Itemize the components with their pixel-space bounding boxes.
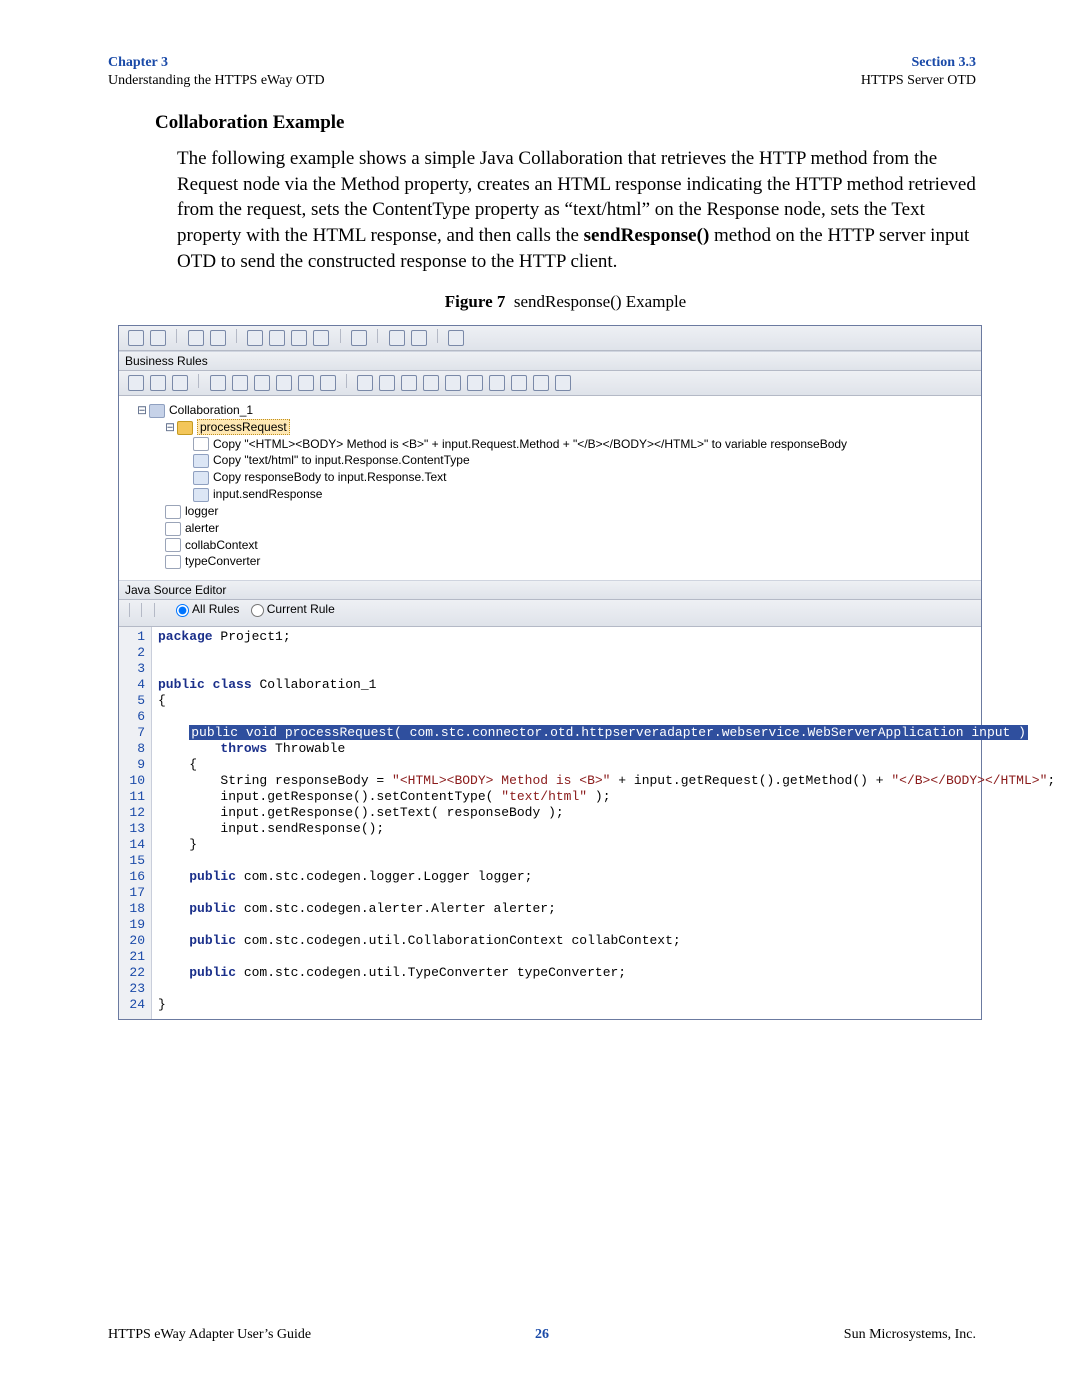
var-icon <box>165 538 181 552</box>
rules-radio-group[interactable]: All Rules Current Rule <box>168 602 335 616</box>
current-rule-radio[interactable] <box>251 604 264 617</box>
page-footer: HTTPS eWay Adapter User’s Guide 26 Sun M… <box>108 1327 976 1343</box>
figure-label: Figure 7 <box>445 292 506 311</box>
line-gutter: 123456789101112131415161718192021222324 <box>119 627 152 1019</box>
tree-method-selected[interactable]: processRequest <box>197 419 290 435</box>
var-icon <box>165 505 181 519</box>
rule-find-icon[interactable] <box>172 375 188 391</box>
folder-icon <box>177 421 193 435</box>
code-text[interactable]: package Project1; public class Collabora… <box>152 627 1055 1019</box>
tree-logger[interactable]: logger <box>185 504 218 518</box>
business-rules-title: Business Rules <box>119 351 981 371</box>
section-label: Section 3.3 <box>911 55 976 70</box>
rule-d-icon[interactable] <box>276 375 292 391</box>
rule-a-icon[interactable] <box>210 375 226 391</box>
var-icon <box>165 522 181 536</box>
tree-collabcontext[interactable]: collabContext <box>185 538 258 552</box>
angle-icon <box>193 471 209 485</box>
rule-k-icon[interactable] <box>445 375 461 391</box>
footer-page-number: 26 <box>108 1327 976 1343</box>
all-rules-radio[interactable] <box>176 604 189 617</box>
delete-icon[interactable] <box>313 330 329 346</box>
rule-j-icon[interactable] <box>423 375 439 391</box>
rule-c-icon[interactable] <box>254 375 270 391</box>
chapter-subtitle: Understanding the HTTPS eWay OTD <box>108 73 325 88</box>
tree-rule-3[interactable]: Copy responseBody to input.Response.Text <box>213 470 446 484</box>
angle-icon <box>193 488 209 502</box>
nav-fwd-icon[interactable] <box>150 330 166 346</box>
open-icon[interactable] <box>188 330 204 346</box>
current-rule-label: Current Rule <box>267 602 335 616</box>
cut-icon[interactable] <box>247 330 263 346</box>
rule-e-icon[interactable] <box>298 375 314 391</box>
tree-alerter[interactable]: alerter <box>185 521 219 535</box>
tree-typeconverter[interactable]: typeConverter <box>185 554 260 568</box>
rule-l-icon[interactable] <box>467 375 483 391</box>
gear-icon <box>149 404 165 418</box>
debug-icon[interactable] <box>411 330 427 346</box>
help-icon[interactable] <box>448 330 464 346</box>
rule-i-icon[interactable] <box>401 375 417 391</box>
run-icon[interactable] <box>389 330 405 346</box>
var-icon <box>165 555 181 569</box>
rule-g-icon[interactable] <box>357 375 373 391</box>
figure-caption: Figure 7 sendResponse() Example <box>155 292 976 312</box>
figure-title: sendResponse() Example <box>514 292 686 311</box>
rule-h-icon[interactable] <box>379 375 395 391</box>
rule-b-icon[interactable] <box>232 375 248 391</box>
all-rules-label: All Rules <box>192 602 239 616</box>
ide-window: Business Rules ⊟Collaboration_1 ⊟process… <box>118 325 982 1020</box>
tree-rule-1[interactable]: Copy "<HTML><BODY> Method is <B>" + inpu… <box>213 437 847 451</box>
business-rules-toolbar <box>119 371 981 396</box>
para-bold: sendResponse() <box>584 225 710 246</box>
section-heading: Collaboration Example <box>155 112 976 134</box>
java-source-editor-title: Java Source Editor <box>119 580 981 600</box>
source-code[interactable]: 123456789101112131415161718192021222324 … <box>119 627 981 1019</box>
save-icon[interactable] <box>210 330 226 346</box>
rule-f-icon[interactable] <box>320 375 336 391</box>
rule-n-icon[interactable] <box>511 375 527 391</box>
intro-paragraph: The following example shows a simple Jav… <box>177 146 976 274</box>
rule-m-icon[interactable] <box>489 375 505 391</box>
tree-rule-4[interactable]: input.sendResponse <box>213 487 322 501</box>
rule-add-icon[interactable] <box>128 375 144 391</box>
angle-icon <box>193 454 209 468</box>
ide-top-toolbar <box>119 326 981 351</box>
tree-root[interactable]: Collaboration_1 <box>169 403 253 417</box>
tree-rule-2[interactable]: Copy "text/html" to input.Response.Conte… <box>213 453 470 467</box>
copy-icon[interactable] <box>269 330 285 346</box>
business-rules-tree[interactable]: ⊟Collaboration_1 ⊟processRequest Copy "<… <box>119 396 981 580</box>
page-header: Chapter 3 Understanding the HTTPS eWay O… <box>108 54 976 90</box>
validate-icon[interactable] <box>351 330 367 346</box>
nav-back-icon[interactable] <box>128 330 144 346</box>
section-subtitle: HTTPS Server OTD <box>861 73 976 88</box>
rule-link-icon[interactable] <box>150 375 166 391</box>
java-editor-toolbar: All Rules Current Rule <box>119 600 981 627</box>
paste-icon[interactable] <box>291 330 307 346</box>
var-icon <box>193 437 209 451</box>
rule-p-icon[interactable] <box>555 375 571 391</box>
chapter-label: Chapter 3 <box>108 55 168 70</box>
rule-o-icon[interactable] <box>533 375 549 391</box>
